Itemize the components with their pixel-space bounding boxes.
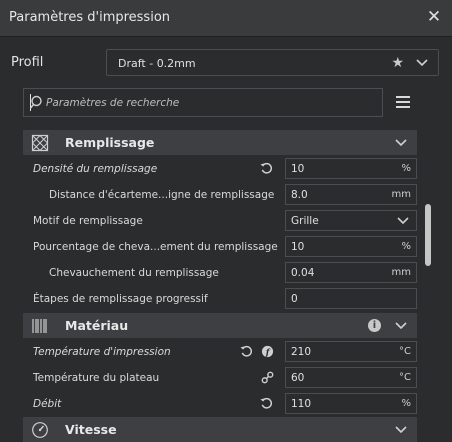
scrollbar[interactable] xyxy=(425,204,431,266)
setting-value: 60 xyxy=(291,372,305,384)
setting-field[interactable]: 0 xyxy=(285,288,417,309)
setting-flow: Débit 110% xyxy=(23,391,417,417)
reset-icon[interactable] xyxy=(260,397,273,410)
setting-unit: % xyxy=(401,398,411,409)
profile-label: Profil xyxy=(11,55,44,70)
setting-dropdown[interactable]: Grille xyxy=(285,210,417,231)
window-title: Paramètres d'impression xyxy=(9,10,171,25)
chevron-down-icon xyxy=(395,426,407,434)
category-material[interactable]: Matériau i xyxy=(23,313,417,338)
infill-icon xyxy=(31,134,49,152)
profile-value: Draft - 0.2mm xyxy=(118,57,196,70)
setting-label: Chevauchement du remplissage xyxy=(49,267,219,279)
setting-unit: % xyxy=(401,241,411,252)
setting-label: Motif de remplissage xyxy=(33,215,143,227)
setting-value: Grille xyxy=(291,215,319,227)
category-label: Matériau xyxy=(65,318,129,333)
setting-label: Température d'impression xyxy=(33,346,171,358)
setting-field[interactable]: 210 °C xyxy=(285,341,417,362)
chevron-down-icon xyxy=(416,59,428,67)
setting-value: 10 xyxy=(291,241,305,253)
star-icon[interactable]: ★ xyxy=(391,55,404,71)
category-label: Remplissage xyxy=(65,135,155,150)
setting-value: 8.0 xyxy=(291,189,308,201)
reset-icon[interactable] xyxy=(240,345,253,358)
setting-label: Distance d'écarteme...igne de remplissag… xyxy=(49,189,275,201)
setting-field[interactable]: 10% xyxy=(285,236,417,257)
setting-value: 0.04 xyxy=(291,267,315,279)
material-icon xyxy=(32,319,47,333)
setting-infill-pattern: Motif de remplissage Grille xyxy=(23,208,417,234)
setting-print-temperature: Température d'impression f 210 °C xyxy=(23,339,417,365)
setting-value: 210 xyxy=(291,346,312,358)
profile-dropdown[interactable]: Draft - 0.2mm ★ xyxy=(106,49,439,76)
setting-field[interactable]: 10% xyxy=(285,158,417,179)
setting-gradual-steps: Étapes de remplissage progressif 0 xyxy=(23,286,417,312)
setting-label: Pourcentage de cheva...ement du rempliss… xyxy=(33,241,278,253)
reset-icon[interactable] xyxy=(260,162,273,175)
setting-label: Étapes de remplissage progressif xyxy=(33,293,208,305)
setting-label: Densité du remplissage xyxy=(33,163,158,175)
setting-unit: °C xyxy=(399,346,411,357)
setting-bed-temperature: Température du plateau 60 °C xyxy=(23,365,417,391)
close-icon[interactable]: ✕ xyxy=(426,7,442,27)
setting-field[interactable]: 110% xyxy=(285,393,417,414)
setting-field[interactable]: 60 °C xyxy=(285,367,417,388)
setting-unit: mm xyxy=(391,267,411,278)
setting-value: 0 xyxy=(291,293,298,305)
category-infill[interactable]: Remplissage xyxy=(23,130,417,155)
setting-label: Débit xyxy=(33,398,62,410)
setting-value: 110 xyxy=(291,398,312,410)
setting-unit: mm xyxy=(391,189,411,200)
title-bar: Paramètres d'impression ✕ xyxy=(0,0,452,37)
chevron-down-icon xyxy=(395,139,407,147)
setting-label: Température du plateau xyxy=(33,372,160,384)
setting-unit: °C xyxy=(399,372,411,383)
speed-icon xyxy=(32,422,48,438)
menu-icon[interactable] xyxy=(396,96,410,108)
category-speed[interactable]: Vitesse xyxy=(23,417,417,442)
search-icon xyxy=(29,95,42,109)
search-input[interactable] xyxy=(46,94,366,111)
chevron-down-icon xyxy=(395,322,407,330)
setting-overlap: Chevauchement du remplissage 0.04 mm xyxy=(23,260,417,286)
setting-line-distance: Distance d'écarteme...igne de remplissag… xyxy=(23,182,417,208)
info-icon[interactable]: i xyxy=(368,319,381,332)
category-label: Vitesse xyxy=(65,422,117,437)
setting-field[interactable]: 8.0 mm xyxy=(285,184,417,205)
link-icon[interactable] xyxy=(261,371,274,384)
setting-value: 10 xyxy=(291,163,305,175)
function-icon[interactable]: f xyxy=(261,345,274,358)
setting-unit: % xyxy=(401,163,411,174)
setting-infill-density: Densité du remplissage 10% xyxy=(23,156,417,182)
settings-list: Remplissage Densité du remplissage 10% D… xyxy=(23,128,417,442)
setting-field[interactable]: 0.04 mm xyxy=(285,262,417,283)
setting-overlap-percentage: Pourcentage de cheva...ement du rempliss… xyxy=(23,234,417,260)
chevron-down-icon xyxy=(397,217,409,225)
search-field[interactable] xyxy=(23,88,383,117)
